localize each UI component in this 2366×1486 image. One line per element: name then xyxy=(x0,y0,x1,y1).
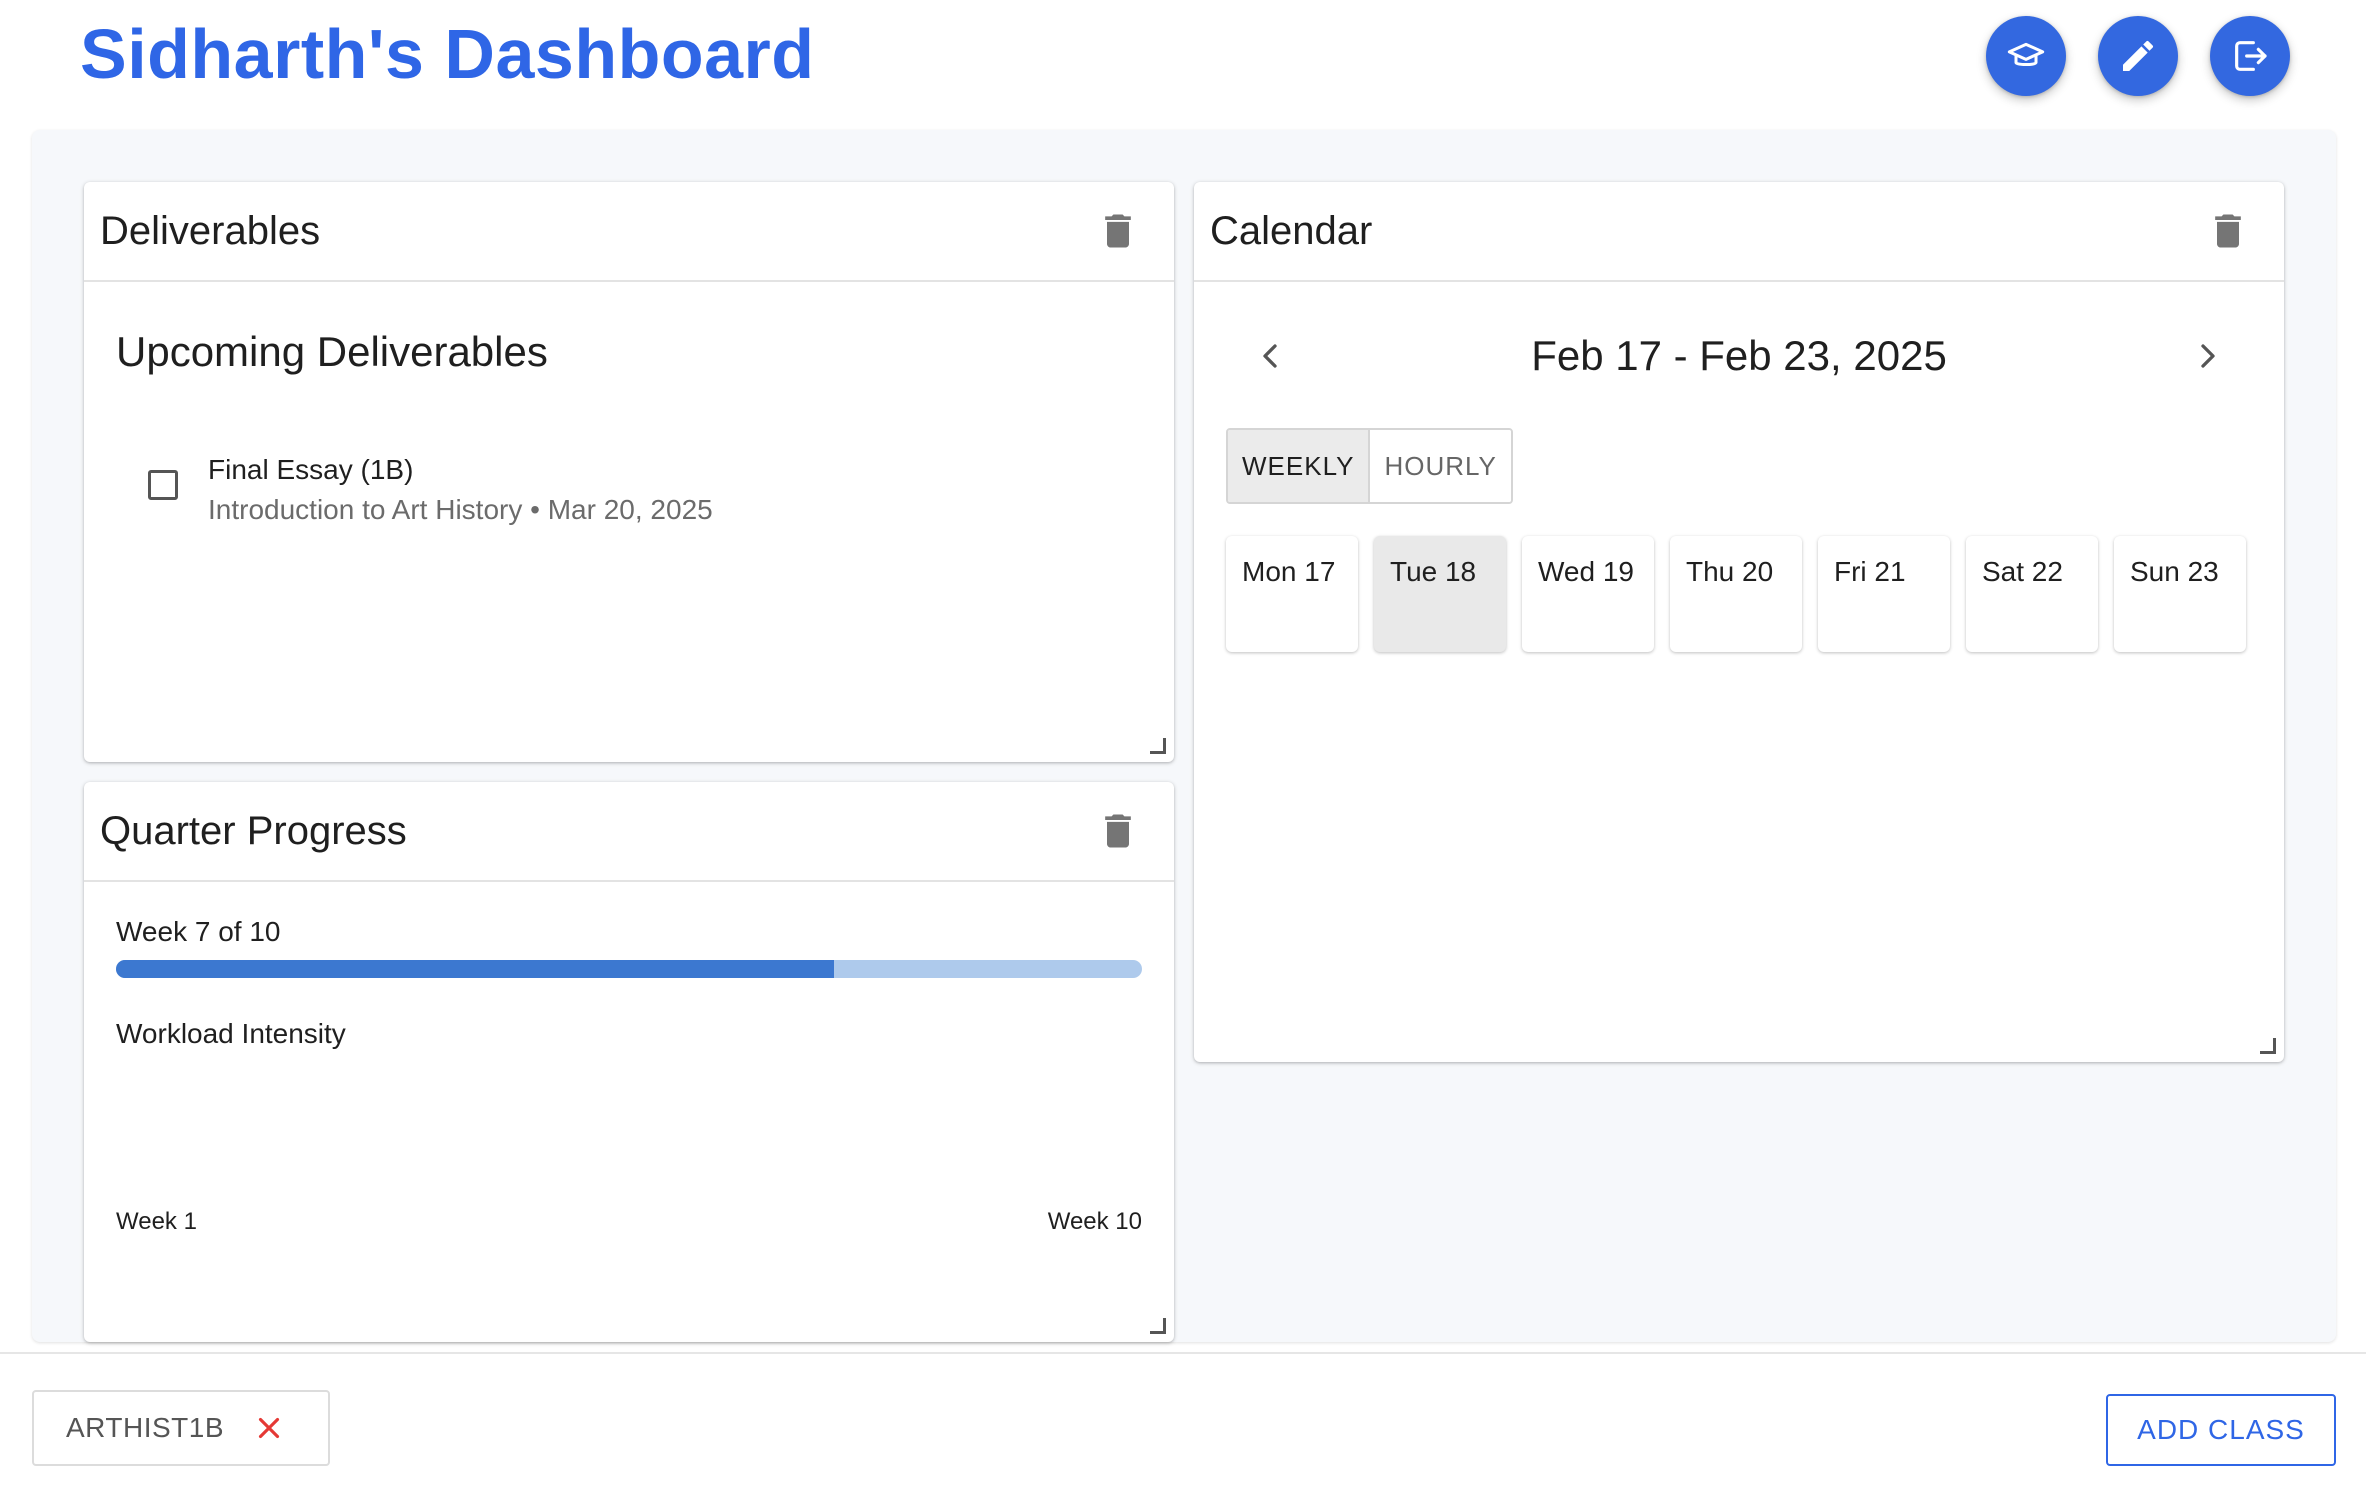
pencil-icon xyxy=(2123,40,2154,71)
workload-end-label: Week 10 xyxy=(1047,1208,1142,1235)
calendar-days: Mon 17 Tue 18 Wed 19 Thu 20 Fri 21 Sat 2… xyxy=(1226,536,2246,652)
deliverable-subtitle: Introduction to Art History • Mar 20, 20… xyxy=(208,494,713,525)
quarter-progress-card-header: Quarter Progress xyxy=(84,782,1174,882)
chevron-right-icon[interactable] xyxy=(2188,336,2228,376)
edit-button[interactable] xyxy=(2098,16,2178,96)
courses-button[interactable] xyxy=(1986,16,2066,96)
graduation-cap-icon xyxy=(2007,42,2045,67)
calendar-date-range: Feb 17 - Feb 23, 2025 xyxy=(1531,332,1947,379)
class-chip-label: ARTHIST1B xyxy=(66,1412,225,1443)
day-fri-21[interactable]: Fri 21 xyxy=(1818,536,1950,652)
deliverables-title: Deliverables xyxy=(100,208,321,253)
deliverable-item: Final Essay (1B) Introduction to Art His… xyxy=(148,450,713,530)
quarter-progress-fill xyxy=(116,960,835,978)
close-icon[interactable] xyxy=(252,1411,286,1445)
deliverables-card: Deliverables Upcoming Deliverables Final… xyxy=(84,182,1174,762)
top-actions xyxy=(1986,16,2290,96)
delete-deliverables-trash-icon[interactable] xyxy=(1096,209,1140,253)
quarter-progress-card: Quarter Progress Week 7 of 10 Workload I… xyxy=(84,782,1174,1342)
day-thu-20[interactable]: Thu 20 xyxy=(1670,536,1802,652)
add-class-button[interactable]: ADD CLASS xyxy=(2106,1394,2336,1466)
delete-progress-trash-icon[interactable] xyxy=(1096,809,1140,853)
deliverables-card-header: Deliverables xyxy=(84,182,1174,282)
day-tue-18[interactable]: Tue 18 xyxy=(1374,536,1506,652)
day-mon-17[interactable]: Mon 17 xyxy=(1226,536,1358,652)
calendar-resize-handle[interactable] xyxy=(2260,1038,2276,1054)
day-sat-22[interactable]: Sat 22 xyxy=(1966,536,2098,652)
quarter-progress-bar xyxy=(116,960,1142,978)
deliverables-resize-handle[interactable] xyxy=(1150,738,1166,754)
week-progress-label: Week 7 of 10 xyxy=(116,916,281,947)
logout-icon xyxy=(2235,41,2267,71)
workload-intensity-label: Workload Intensity xyxy=(116,1018,346,1049)
workload-start-label: Week 1 xyxy=(116,1208,197,1235)
day-sun-23[interactable]: Sun 23 xyxy=(2114,536,2246,652)
logout-button[interactable] xyxy=(2210,16,2290,96)
dashboard-board: Deliverables Upcoming Deliverables Final… xyxy=(32,130,2336,1342)
class-chip[interactable]: ARTHIST1B xyxy=(32,1390,330,1466)
calendar-card-header: Calendar xyxy=(1194,182,2284,282)
deliverable-text: Final Essay (1B) Introduction to Art His… xyxy=(208,450,713,530)
upcoming-deliverables-heading: Upcoming Deliverables xyxy=(116,328,548,375)
progress-resize-handle[interactable] xyxy=(1150,1318,1166,1334)
deliverable-checkbox[interactable] xyxy=(148,470,178,500)
class-footer: ARTHIST1B ADD CLASS xyxy=(0,1352,2366,1486)
page-title: Sidharth's Dashboard xyxy=(80,15,815,93)
hourly-view-button[interactable]: HOURLY xyxy=(1368,430,1511,502)
calendar-card: Calendar Feb 17 - Feb 23, 2025 WEEKLY HO… xyxy=(1194,182,2284,1062)
calendar-navigation: Feb 17 - Feb 23, 2025 xyxy=(1194,322,2284,392)
calendar-title: Calendar xyxy=(1210,208,1373,253)
delete-calendar-trash-icon[interactable] xyxy=(2206,209,2250,253)
weekly-view-button[interactable]: WEEKLY xyxy=(1228,430,1369,502)
day-wed-19[interactable]: Wed 19 xyxy=(1522,536,1654,652)
calendar-view-toggle: WEEKLY HOURLY xyxy=(1226,428,1513,504)
deliverable-name: Final Essay (1B) xyxy=(208,454,414,485)
quarter-progress-title: Quarter Progress xyxy=(100,808,407,853)
